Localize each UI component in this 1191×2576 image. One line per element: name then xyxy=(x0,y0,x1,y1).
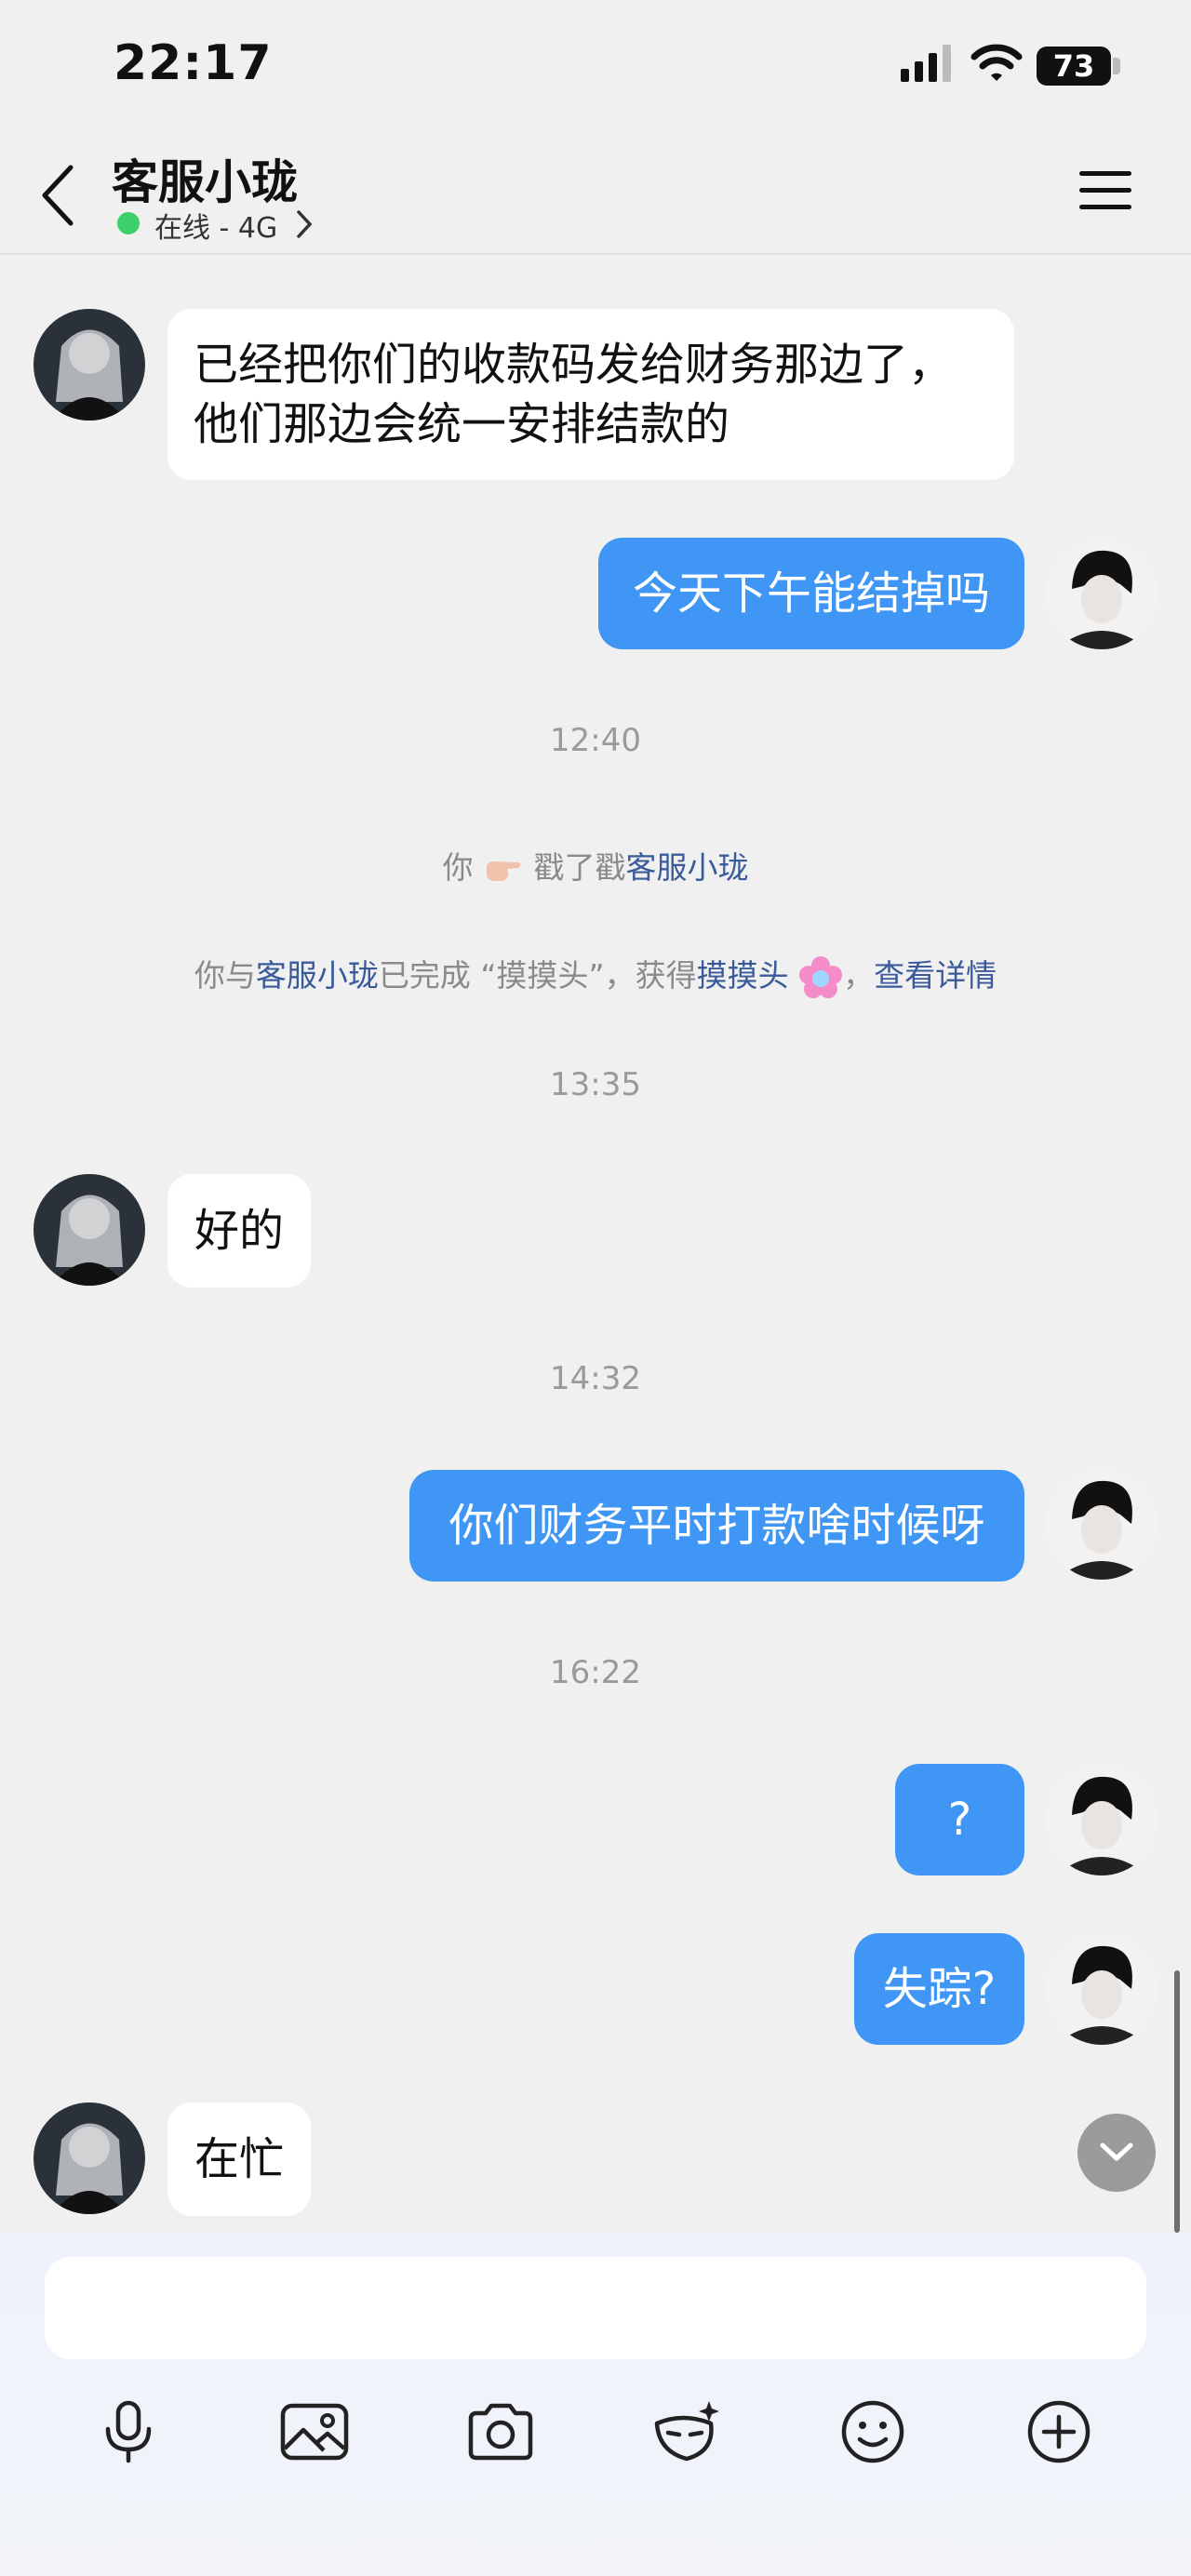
scrollbar[interactable] xyxy=(1174,1970,1180,2233)
contact-status[interactable]: 在线 - 4G xyxy=(154,205,277,246)
contact-avatar[interactable] xyxy=(33,2102,145,2214)
my-avatar[interactable] xyxy=(1046,538,1158,649)
message-bubble-outgoing[interactable]: ? xyxy=(895,1764,1024,1875)
scroll-to-bottom-button[interactable] xyxy=(1077,2114,1156,2192)
message-bubble-outgoing[interactable]: 今天下午能结掉吗 xyxy=(598,538,1024,649)
message-text: 在忙 xyxy=(194,2133,284,2185)
message-text: 他们那边会统一安排结款的 xyxy=(194,398,730,450)
message-input[interactable] xyxy=(45,2257,1146,2359)
mask-sparkle-icon xyxy=(654,2401,719,2462)
message-text: 你们财务平时打款啥时候呀 xyxy=(448,1500,985,1552)
poke-notice: 你 戳了戳客服小珑 xyxy=(442,849,749,886)
my-avatar[interactable] xyxy=(1046,1764,1158,1875)
contact-name[interactable]: 客服小珑 xyxy=(112,145,298,212)
message-bubble-incoming[interactable]: 已经把你们的收款码发给财务那边了， 他们那边会统一安排结款的 xyxy=(167,309,1014,480)
message-bubble-incoming[interactable]: 在忙 xyxy=(167,2102,311,2216)
flower-badge-icon xyxy=(798,955,843,1000)
chevron-right-icon[interactable] xyxy=(294,208,314,240)
chat-header: 客服小珑 在线 - 4G xyxy=(0,140,1191,255)
battery-tip xyxy=(1113,58,1120,74)
contact-avatar[interactable] xyxy=(33,309,145,420)
message-bubble-outgoing[interactable]: 失踪? xyxy=(854,1933,1024,2045)
online-status-dot xyxy=(117,212,140,234)
timestamp: 14:32 xyxy=(550,1360,641,1397)
mask-button[interactable] xyxy=(640,2385,733,2478)
microphone-icon xyxy=(105,2400,152,2463)
contact-avatar[interactable] xyxy=(33,1174,145,1286)
plus-icon xyxy=(1027,2400,1091,2463)
message-text: ? xyxy=(947,1794,972,1846)
message-text: 好的 xyxy=(194,1205,284,1257)
voice-button[interactable] xyxy=(82,2385,175,2478)
message-bubble-outgoing[interactable]: 你们财务平时打款啥时候呀 xyxy=(409,1470,1024,1582)
photo-button[interactable] xyxy=(268,2385,361,2478)
back-icon[interactable] xyxy=(35,160,80,231)
emoji-button[interactable] xyxy=(826,2385,919,2478)
poke-hand-icon xyxy=(483,856,524,884)
more-button[interactable] xyxy=(1012,2385,1105,2478)
input-area xyxy=(0,2233,1191,2576)
status-time: 22:17 xyxy=(114,35,273,91)
timestamp: 12:40 xyxy=(550,722,641,759)
my-avatar[interactable] xyxy=(1046,1933,1158,2045)
timestamp: 16:22 xyxy=(550,1654,641,1691)
menu-icon[interactable] xyxy=(1077,167,1133,214)
timestamp: 13:35 xyxy=(550,1066,641,1103)
message-text: 已经把你们的收款码发给财务那边了， xyxy=(194,339,954,391)
emoji-icon xyxy=(841,2400,904,2463)
camera-button[interactable] xyxy=(454,2385,547,2478)
my-avatar[interactable] xyxy=(1046,1468,1158,1580)
message-bubble-incoming[interactable]: 好的 xyxy=(167,1174,311,1288)
chevron-down-icon xyxy=(1100,2142,1133,2161)
signal-icon xyxy=(901,45,951,82)
achievement-notice: 你与客服小珑已完成 “摸摸头”，获得摸摸头 ，查看详情 xyxy=(0,951,1191,1000)
status-bar: 22:17 73 xyxy=(0,0,1191,140)
camera-icon xyxy=(468,2403,533,2461)
wifi-icon xyxy=(970,44,1023,81)
image-icon xyxy=(280,2403,349,2461)
message-text: 失踪? xyxy=(882,1963,997,2015)
battery-indicator: 73 xyxy=(1037,47,1111,86)
message-text: 今天下午能结掉吗 xyxy=(632,567,990,620)
